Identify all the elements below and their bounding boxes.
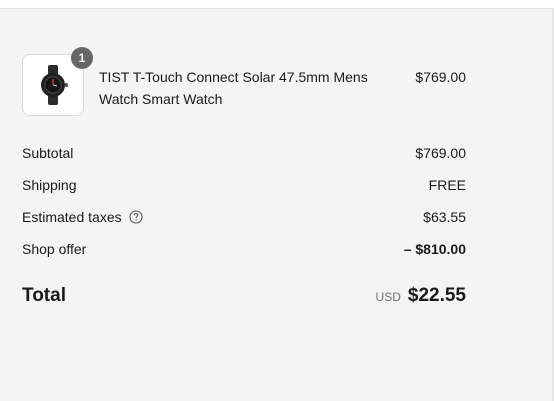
total-amount-group: USD $22.55 <box>376 283 466 309</box>
taxes-label: Estimated taxes <box>22 209 122 225</box>
shipping-label: Shipping <box>22 177 77 193</box>
watch-icon <box>41 65 68 105</box>
taxes-value: $63.55 <box>423 209 466 225</box>
shipping-row: Shipping FREE <box>22 174 466 196</box>
shipping-value: FREE <box>428 177 466 193</box>
total-amount: $22.55 <box>407 285 466 306</box>
shop-offer-label: Shop offer <box>22 241 87 257</box>
subtotal-label: Subtotal <box>22 145 74 161</box>
header-divider <box>0 0 554 9</box>
product-price: $769.00 <box>415 69 466 85</box>
total-label: Total <box>22 285 66 306</box>
subtotal-value: $769.00 <box>415 145 466 161</box>
shop-offer-row: Shop offer – $810.00 <box>22 238 466 260</box>
question-circle-icon[interactable] <box>129 210 143 224</box>
shop-offer-value: – $810.00 <box>403 241 466 257</box>
taxes-label-group: Estimated taxes <box>22 206 143 228</box>
subtotal-row: Subtotal $769.00 <box>22 142 466 164</box>
total-row: Total USD $22.55 <box>22 283 466 309</box>
quantity-badge: 1 <box>71 47 93 69</box>
product-name: TIST T-Touch Connect Solar 47.5mm Mens W… <box>99 69 368 107</box>
taxes-row: Estimated taxes $63.55 <box>22 206 466 228</box>
currency-code: USD <box>375 290 401 304</box>
